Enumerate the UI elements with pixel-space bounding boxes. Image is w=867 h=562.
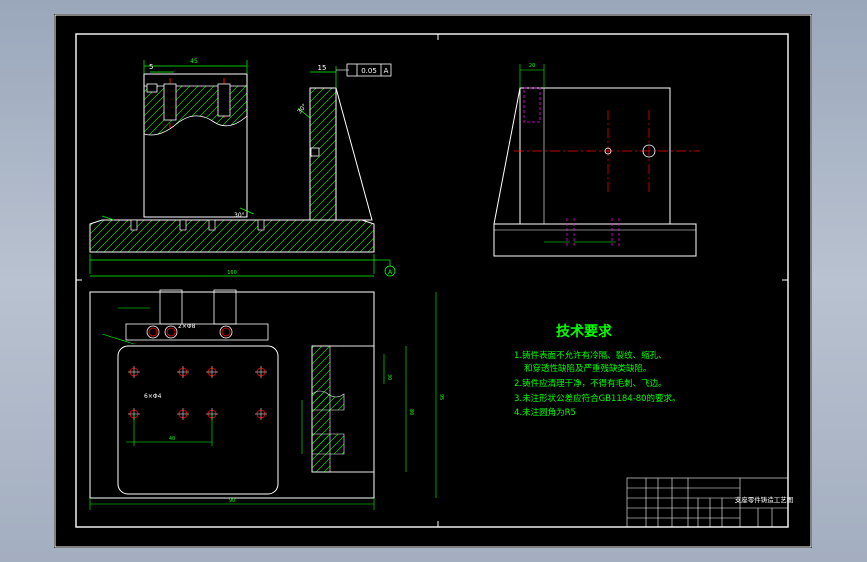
- requirement-1b: 和穿透性缺陷及严重残缺类缺陷。: [524, 363, 652, 374]
- side-view: 20: [493, 63, 700, 257]
- side-dim-height: 80: [408, 409, 414, 415]
- requirement-4: 4.未注圆角为R5: [514, 407, 576, 418]
- dim-top-width: 45: [190, 58, 198, 65]
- dim-offset: 5: [149, 63, 153, 71]
- technical-requirements: 技术要求 1.铸件表面不允许有冷隔、裂纹、缩孔、 和穿透性缺陷及严重残缺类缺陷。…: [514, 323, 681, 418]
- requirement-1: 1.铸件表面不允许有冷隔、裂纹、缩孔、: [514, 350, 667, 361]
- side-rib: [493, 87, 521, 225]
- angle-label-a: 30°: [296, 103, 308, 116]
- requirement-2: 2.铸件应清理干净，不得有毛刺、飞边。: [514, 378, 667, 389]
- side-dim-top: 20: [529, 63, 535, 69]
- flatness-datum: A: [384, 67, 389, 75]
- datum-letter: A: [388, 269, 393, 276]
- angle-label-b: 30°: [234, 212, 245, 219]
- side-wall: [519, 87, 671, 225]
- section-detail: 30 80 95: [301, 292, 444, 498]
- side-dim-total: 95: [438, 394, 444, 400]
- cad-viewport: 45 5 15 0.05 A 30° 30° 160 A 20 2×Φ8 6×Φ…: [0, 0, 867, 562]
- plan-pocket: [117, 345, 279, 495]
- callout-2x-phi8: 2×Φ8: [178, 323, 196, 330]
- dim-overall-length: 160: [227, 270, 237, 276]
- plan-dim-width: 90: [229, 498, 235, 504]
- drawing-svg: 45 5 15 0.05 A 30° 30° 160 A 20 2×Φ8 6×Φ…: [54, 14, 812, 548]
- flatness-value: 0.05: [361, 67, 377, 75]
- requirements-title: 技术要求: [556, 323, 613, 340]
- callout-6x-phi4: 6×Φ4: [144, 393, 162, 400]
- drawing-sheet: 45 5 15 0.05 A 30° 30° 160 A 20 2×Φ8 6×Φ…: [54, 14, 812, 548]
- dim-thickness: 15: [318, 64, 327, 72]
- side-dim-inner: 30: [386, 374, 392, 380]
- plan-dim-holes: 40: [169, 436, 175, 442]
- front-section-view: 45 5 15 0.05 A 30° 30° 160 A: [89, 58, 396, 277]
- requirement-3: 3.未注形状公差应符合GB1184-80的要求。: [514, 393, 681, 404]
- rib: [335, 87, 373, 221]
- title-block-name: 支座零件铸造工艺图: [735, 495, 794, 504]
- plan-outline: [89, 291, 375, 499]
- flatness-callout: 0.05 A: [336, 63, 392, 77]
- side-base: [493, 223, 697, 257]
